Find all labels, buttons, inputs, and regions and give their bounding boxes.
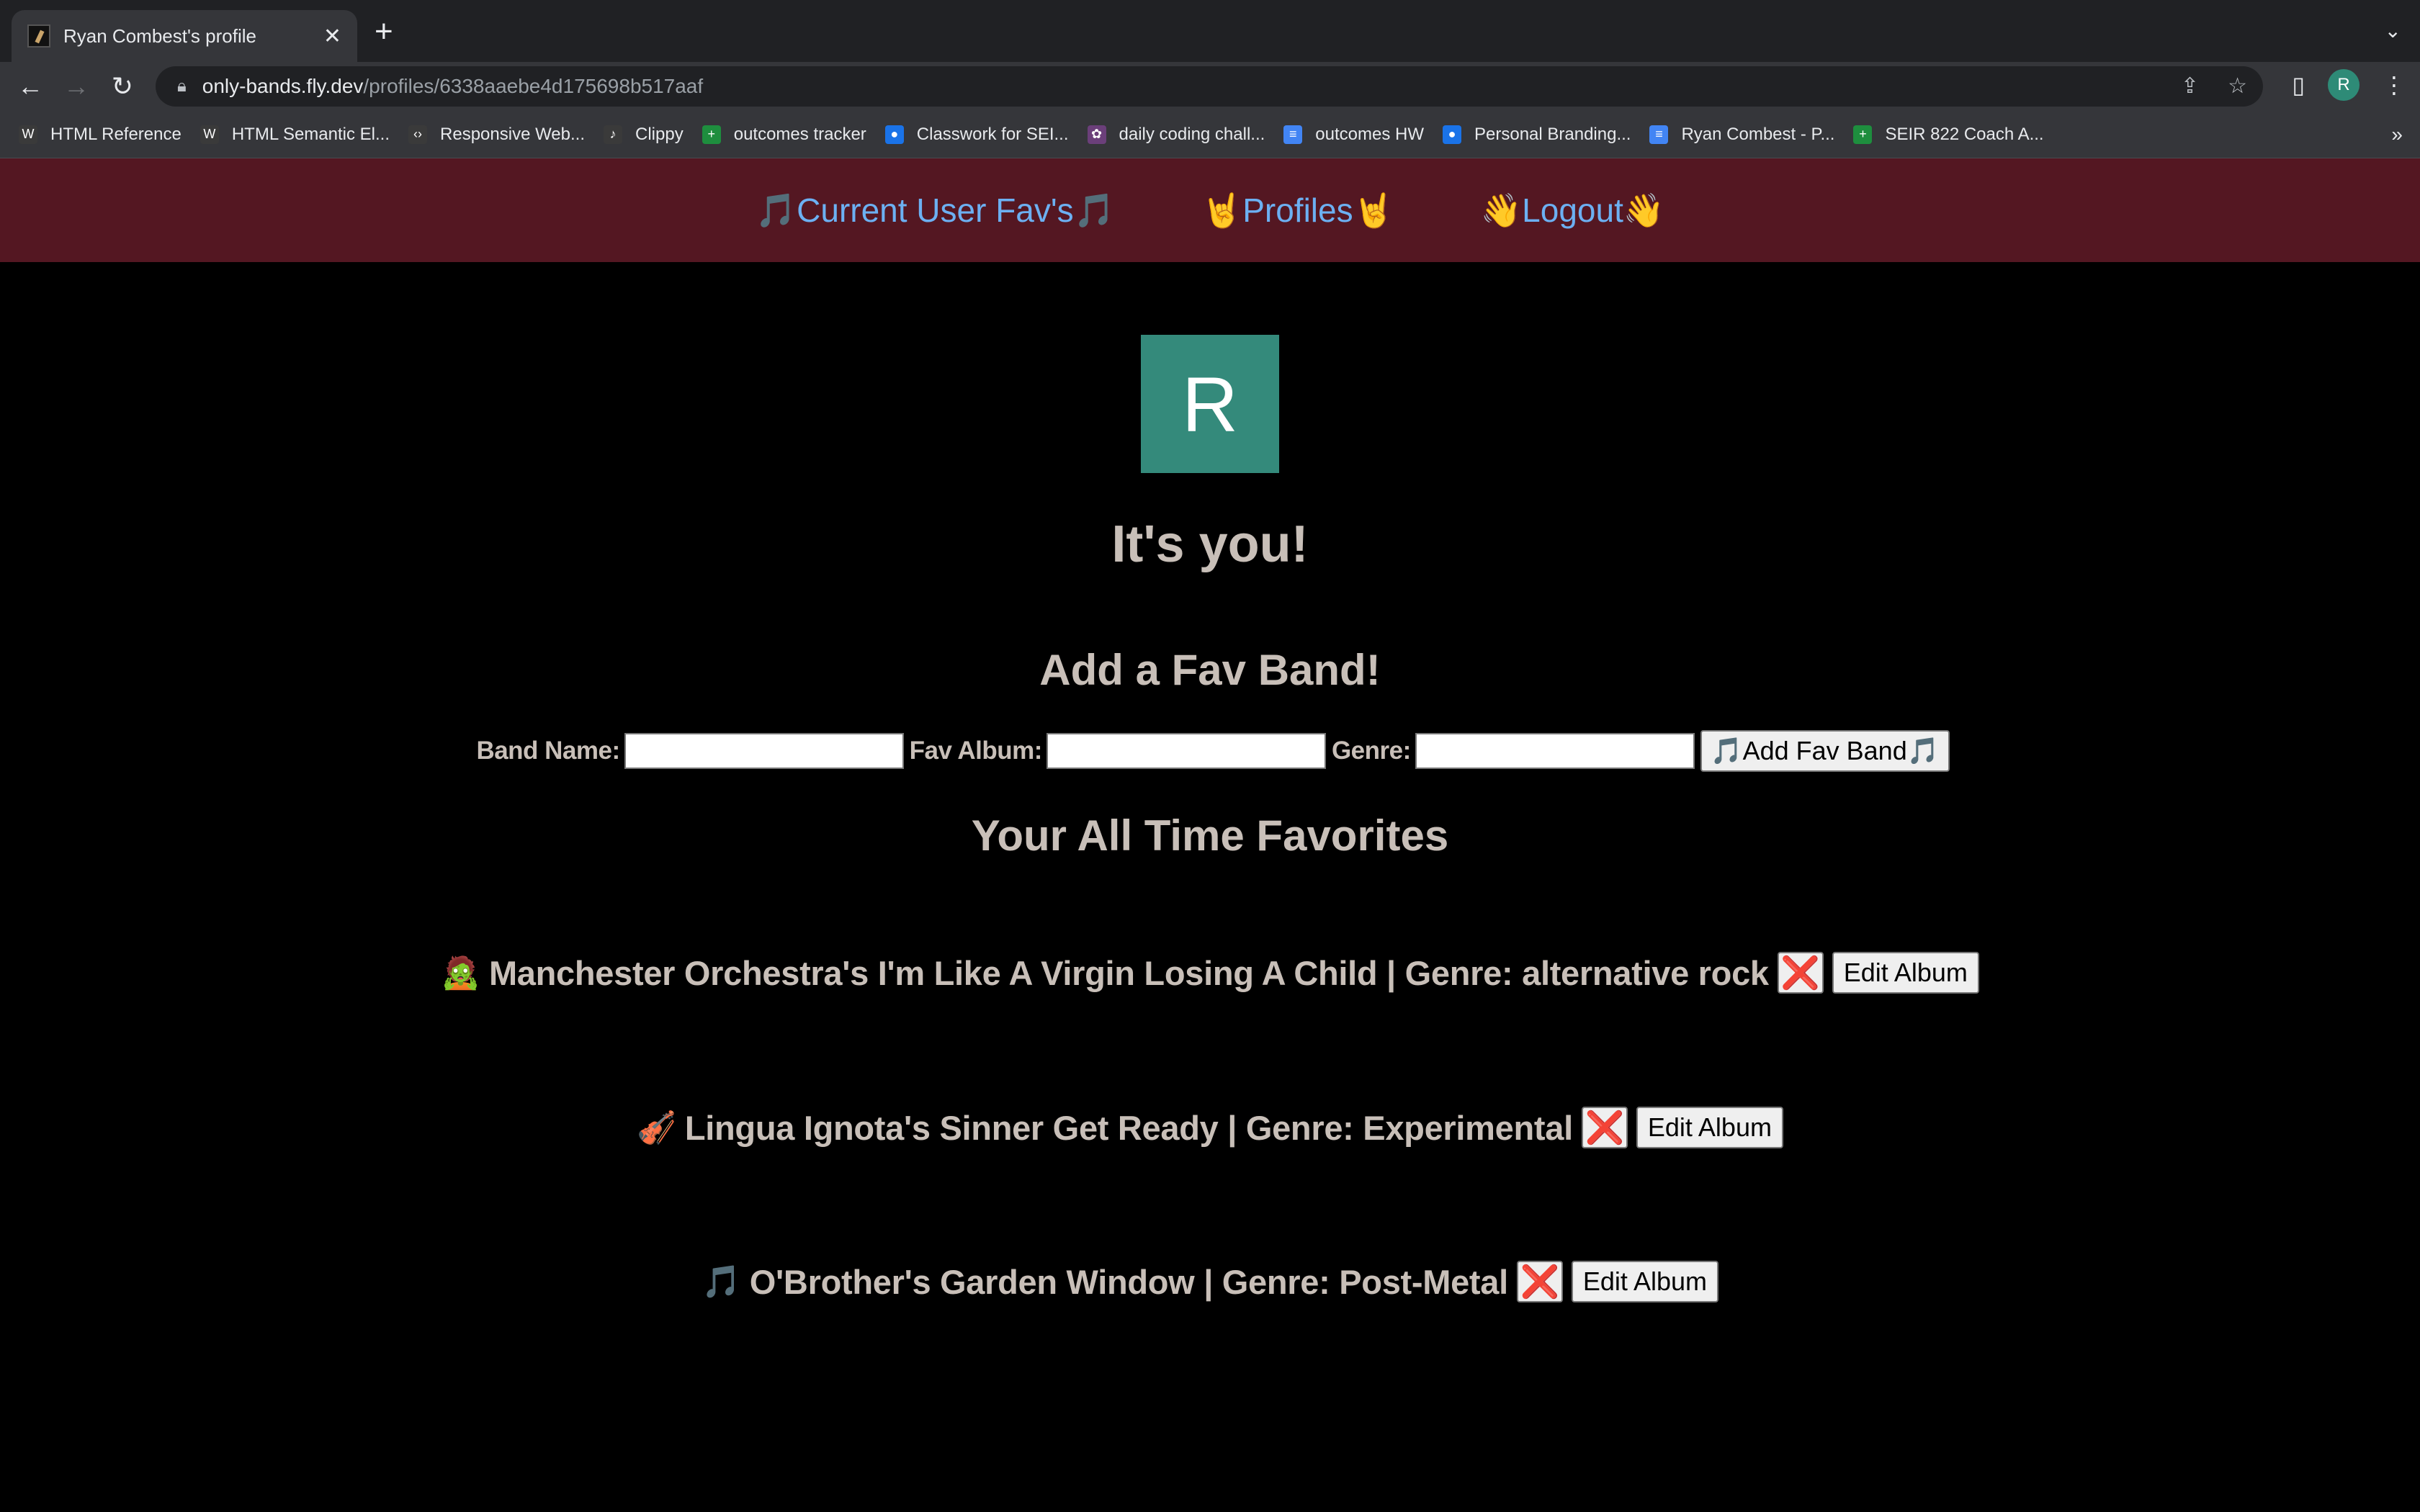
zombie-emoji-icon: 🧟 [441,955,480,991]
bookmark-label: daily coding chall... [1119,124,1265,144]
favorite-text: Manchester Orchestra's I'm Like A Virgin… [488,953,1769,992]
side-panel-icon[interactable]: ▯ [2292,71,2305,99]
bookmark-item[interactable]: ‹› Responsive Web... [408,125,585,145]
favorite-item: 🎻 Lingua Ignota's Sinner Get Ready | Gen… [0,1107,2420,1148]
url-host: only-bands.fly.dev [202,75,364,97]
bookmarks-overflow-icon[interactable]: » [2391,123,2403,146]
bookmark-label: Responsive Web... [440,124,586,144]
browser-window: Ryan Combest's profile ✕ + ⌄ ← → ↻ 🔒︎ on… [0,0,2420,1512]
bookmark-item[interactable]: ≡ outcomes HW [1283,125,1424,145]
bookmark-star-icon[interactable]: ☆ [2228,73,2247,99]
flower-icon: ✿ [1087,125,1106,144]
bookmark-label: HTML Semantic El... [231,124,390,144]
bookmark-item[interactable]: ♪ Clippy [604,125,684,145]
w3schools-icon: W [200,125,219,144]
bookmark-label: outcomes tracker [733,124,866,144]
music-note-emoji-icon: 🎵 [702,1264,741,1300]
genre-label: Genre: [1331,737,1411,765]
bookmark-label: Classwork for SEI... [916,124,1069,144]
profile-avatar-icon[interactable]: R [2328,69,2360,101]
nav-logout[interactable]: 👋Logout👋 [1481,191,1664,230]
sheets-icon: + [702,125,721,144]
favorite-item: 🎵 O'Brother's Garden Window | Genre: Pos… [0,1261,2420,1302]
favorite-item: 🧟 Manchester Orchestra's I'm Like A Virg… [0,952,2420,994]
genre-input[interactable] [1415,733,1695,769]
favorite-text: O'Brother's Garden Window | Genre: Post-… [749,1262,1508,1301]
lock-icon[interactable]: 🔒︎ [177,76,187,96]
favorite-text: Lingua Ignota's Sinner Get Ready | Genre… [684,1108,1573,1147]
profile-avatar: R [1141,335,1279,473]
clippy-icon: ♪ [604,125,623,144]
bookmark-label: HTML Reference [50,124,182,144]
fav-album-input[interactable] [1046,733,1326,769]
delete-favorite-button[interactable]: ❌ [1581,1107,1628,1148]
guitar-favicon-icon [27,24,50,48]
back-arrow-icon[interactable]: ← [7,71,53,102]
url-text[interactable]: only-bands.fly.dev/profiles/6338aaebe4d1… [202,75,703,98]
bookmark-item[interactable]: ✿ daily coding chall... [1087,124,1265,145]
bookmark-item[interactable]: ≡ Ryan Combest - P... [1649,125,1834,145]
bookmark-label: outcomes HW [1315,124,1424,144]
fav-album-label: Fav Album: [909,737,1043,765]
url-path: /profiles/6338aaebe4d175698b517aaf [363,75,704,97]
reload-icon[interactable]: ↻ [99,71,145,102]
band-name-input[interactable] [624,733,904,769]
classroom-icon: ● [884,125,904,144]
bookmark-label: Clippy [635,124,684,144]
bookmarks-bar: W HTML Reference W HTML Semantic El... ‹› Res… [0,111,2420,158]
sheets-icon: + [1853,125,1873,144]
add-fav-band-form: Band Name: Fav Album: Genre: 🎵Add Fav Ba… [0,730,2420,772]
new-tab-button[interactable]: + [375,16,393,48]
classroom-icon: ● [1443,125,1461,144]
forward-arrow-icon[interactable]: → [53,71,99,102]
bookmark-label: Personal Branding... [1474,124,1631,144]
bookmark-item[interactable]: W HTML Reference [19,125,182,145]
bookmark-item[interactable]: + outcomes tracker [702,125,866,145]
tab-active[interactable]: Ryan Combest's profile ✕ [12,10,357,62]
violin-emoji-icon: 🎻 [637,1110,676,1146]
nav-current-user-favs[interactable]: 🎵Current User Fav's🎵 [756,191,1115,230]
bookmark-label: Ryan Combest - P... [1681,124,1835,144]
bookmark-item[interactable]: W HTML Semantic El... [200,125,390,145]
code-icon: ‹› [408,125,428,144]
add-fav-heading: Add a Fav Band! [1039,646,1381,694]
edit-album-button[interactable]: Edit Album [1636,1107,1783,1148]
tab-search-chevron-icon[interactable]: ⌄ [2385,19,2401,42]
nav-profiles[interactable]: 🤘Profiles🤘 [1201,191,1394,230]
more-menu-icon[interactable]: ⋮ [2383,71,2406,99]
bookmark-item[interactable]: ● Classwork for SEI... [884,124,1069,145]
browser-toolbar: ← → ↻ 🔒︎ only-bands.fly.dev/profiles/633… [0,62,2420,111]
edit-album-button[interactable]: Edit Album [1571,1261,1718,1302]
greeting-heading: It's you! [1111,516,1309,573]
band-name-label: Band Name: [476,737,620,765]
add-fav-band-button[interactable]: 🎵Add Fav Band🎵 [1700,730,1950,772]
web-page: 🎵Current User Fav's🎵 🤘Profiles🤘 👋Logout👋… [0,158,2420,1512]
delete-favorite-button[interactable]: ❌ [1777,952,1824,994]
site-nav: 🎵Current User Fav's🎵 🤘Profiles🤘 👋Logout👋 [0,158,2420,262]
docs-icon: ≡ [1649,125,1669,144]
w3schools-icon: W [19,125,37,144]
close-tab-icon[interactable]: ✕ [323,24,341,49]
bookmark-label: SEIR 822 Coach A... [1885,124,2044,144]
docs-icon: ≡ [1283,125,1303,144]
delete-favorite-button[interactable]: ❌ [1516,1261,1563,1302]
bookmark-item[interactable]: ● Personal Branding... [1443,125,1631,145]
bookmark-item[interactable]: + SEIR 822 Coach A... [1853,124,2044,145]
tab-title: Ryan Combest's profile [63,24,256,47]
tab-strip: Ryan Combest's profile ✕ + ⌄ [0,0,2420,62]
share-icon[interactable]: ⇪ [2181,73,2199,99]
address-bar[interactable]: 🔒︎ only-bands.fly.dev/profiles/6338aaebe… [156,66,2263,107]
favorites-heading: Your All Time Favorites [971,811,1449,860]
edit-album-button[interactable]: Edit Album [1832,952,1979,994]
